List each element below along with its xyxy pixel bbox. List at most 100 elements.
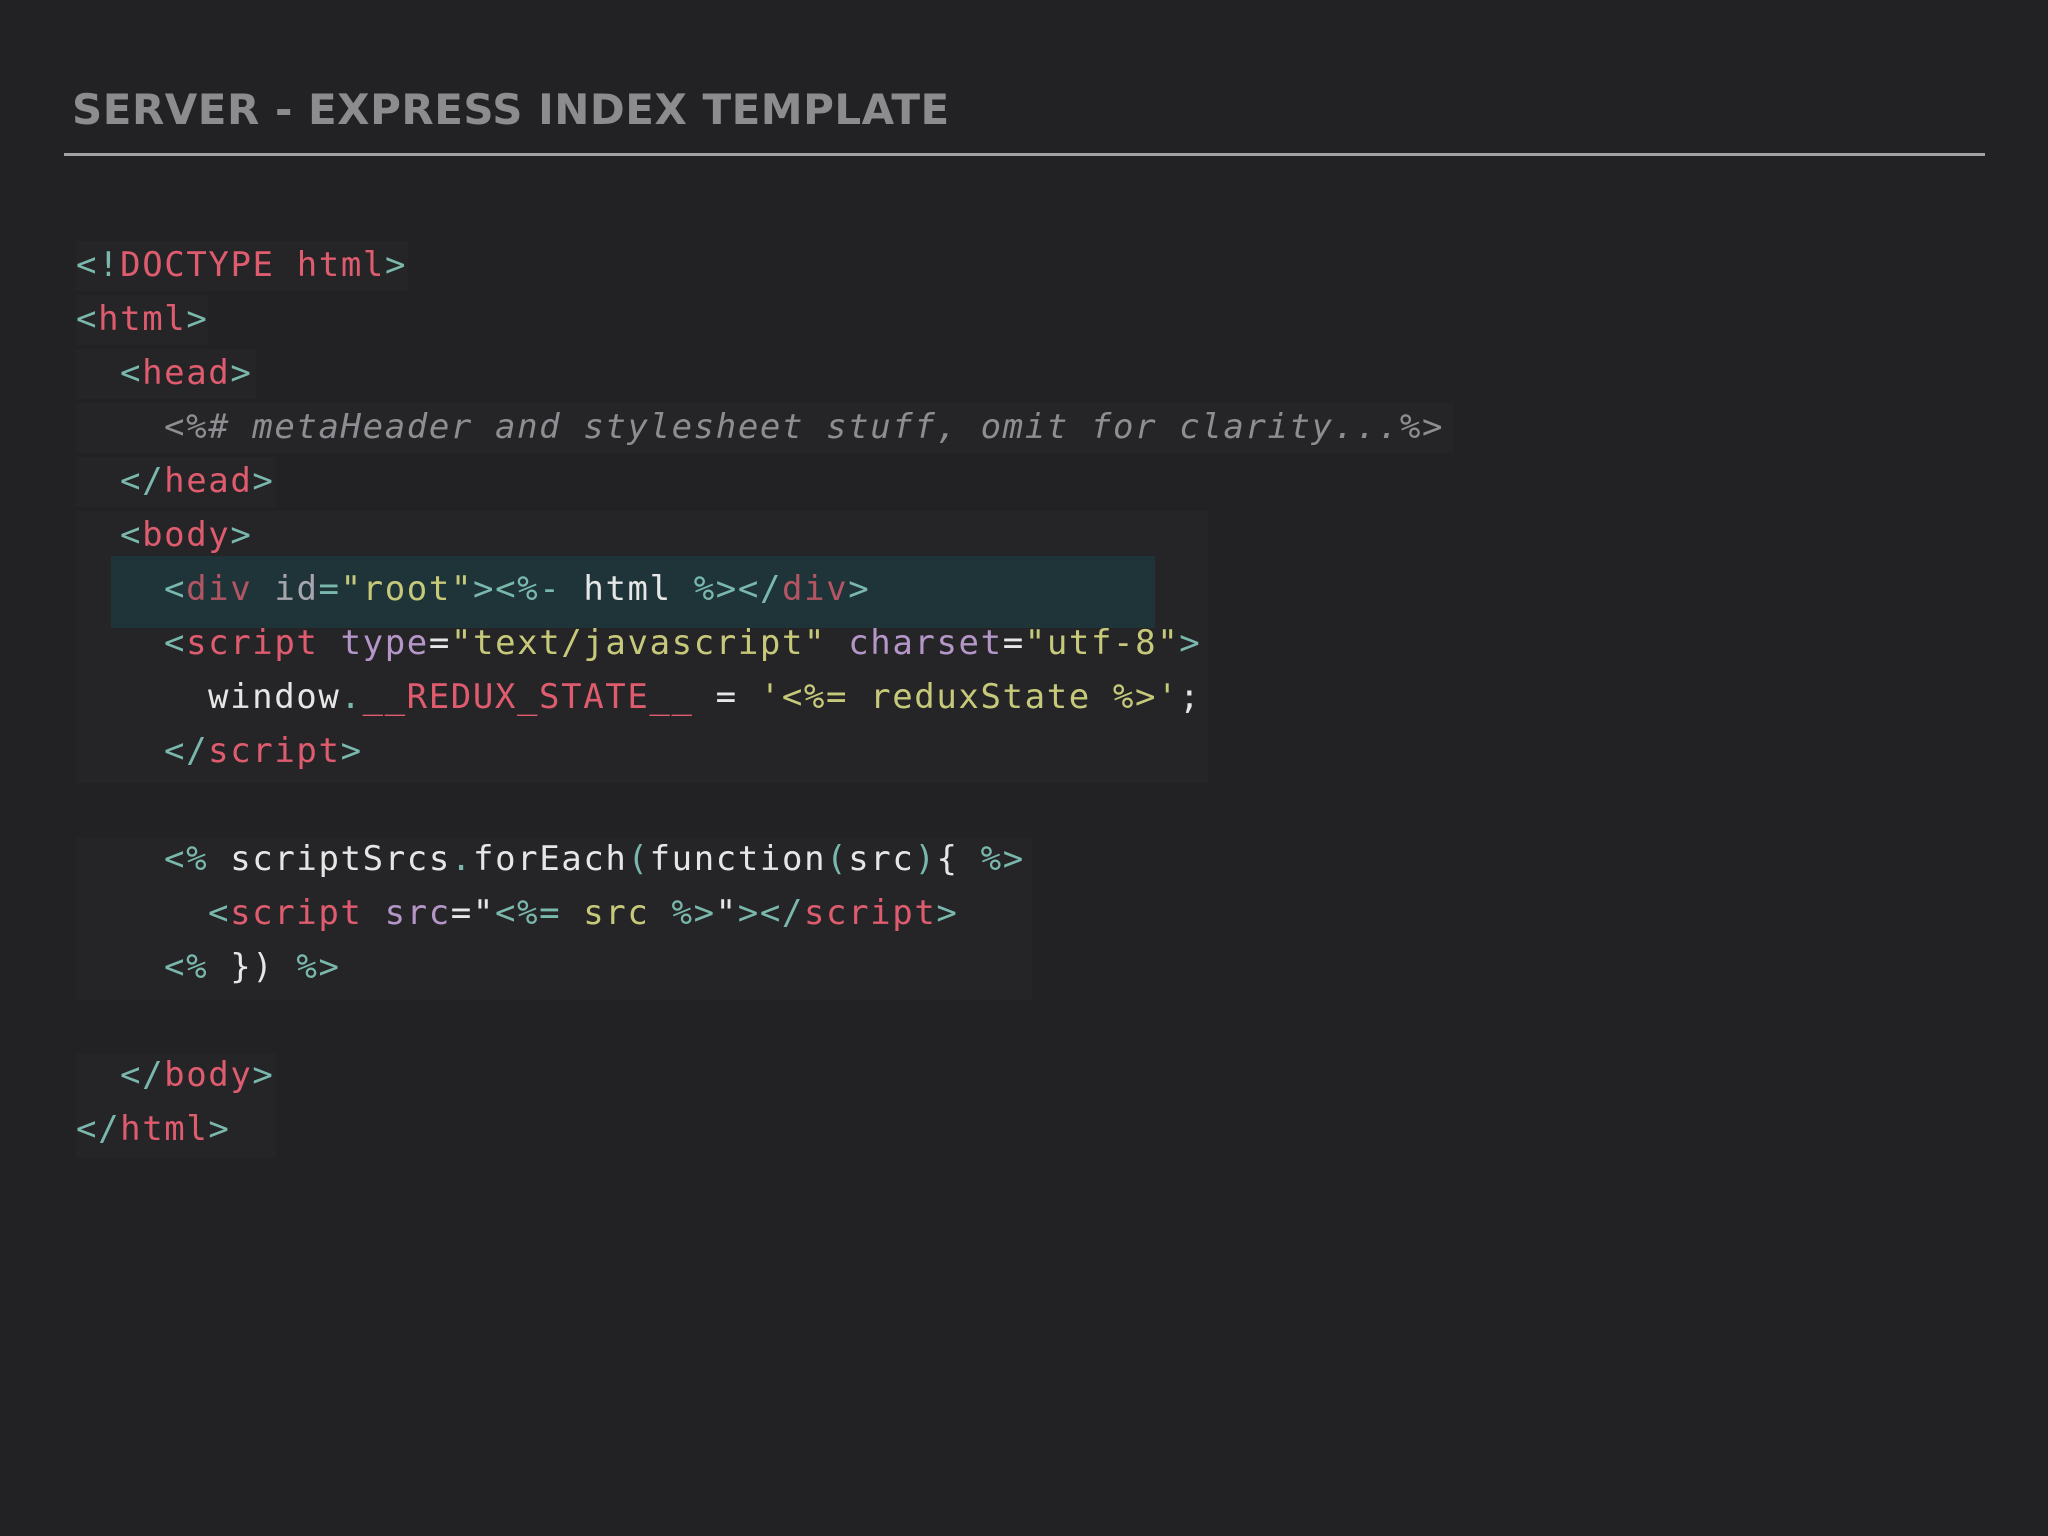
code-token: "utf-8" (1024, 623, 1180, 663)
code-token: body (142, 515, 231, 555)
code-token: reduxState (848, 677, 1113, 717)
code-token: </ (76, 1109, 121, 1149)
code-token: window (208, 677, 341, 717)
code-token: html (120, 1109, 209, 1149)
code-token: html (98, 299, 187, 339)
code-block: <!DOCTYPE html> <html> <head> <%# metaHe… (76, 238, 1444, 1156)
code-line-script-open: <script type="text/javascript" charset="… (76, 616, 1444, 670)
code-token: = (693, 677, 760, 717)
code-line-foreach-open: <% scriptSrcs.forEach(function(src){ %> (76, 832, 1444, 886)
code-token: > (384, 245, 408, 285)
code-token: > (208, 1109, 231, 1149)
code-line-body-close: </body> (76, 1048, 1444, 1102)
code-token: charset (848, 623, 1003, 663)
code-token: > (848, 569, 871, 609)
code-token: script (186, 623, 319, 663)
code-token: </ (759, 893, 804, 933)
code-token: head (142, 353, 231, 393)
code-token: head (164, 461, 253, 501)
code-token: <%= (781, 677, 849, 717)
code-token: %> (296, 947, 341, 987)
code-token: src (561, 893, 672, 933)
code-token: " (472, 893, 495, 933)
code-token: function (649, 839, 827, 879)
code-token: %> (671, 893, 716, 933)
code-token: > (936, 893, 959, 933)
code-line-script-close: </script> (76, 724, 1444, 778)
code-token: . (340, 677, 363, 717)
code-token: = (318, 569, 341, 609)
code-token: ; (1179, 677, 1202, 717)
code-token: > (1179, 623, 1202, 663)
code-line-root-div: <div id="root"><%- html %></div> (76, 562, 1444, 616)
code-token: = (1002, 623, 1025, 663)
code-line-body-open: <body> (76, 508, 1444, 562)
code-token: forEach (473, 839, 628, 879)
code-token: > (230, 515, 253, 555)
code-token: "text/javascript" (450, 623, 827, 663)
code-token: }) (208, 947, 297, 987)
code-token: < (164, 569, 187, 609)
code-token: script (803, 893, 937, 933)
code-token: . (450, 839, 473, 879)
code-line-doctype: <!DOCTYPE html> (76, 238, 1444, 292)
code-token: ' (759, 677, 782, 717)
code-token: > (473, 569, 496, 609)
code-line-head-close: </head> (76, 454, 1444, 508)
code-token: > (252, 1055, 275, 1095)
code-token: <% (164, 839, 209, 879)
code-token: ' (1157, 677, 1180, 717)
code-line-redux-state: window.__REDUX_STATE__ = '<%= reduxState… (76, 670, 1444, 724)
code-token: <! (76, 245, 121, 285)
code-token: " (715, 893, 738, 933)
code-token: </ (164, 731, 209, 771)
code-token: %> (1112, 677, 1158, 717)
code-token: </ (737, 569, 783, 609)
code-line-foreach-close: <% }) %> (76, 940, 1444, 994)
code-line-head-open: <head> (76, 346, 1444, 400)
code-comment: <%# metaHeader and stylesheet stuff, omi… (164, 407, 1445, 447)
code-token: "root" (340, 569, 474, 609)
code-token: __REDUX_STATE__ (362, 677, 694, 717)
code-line-html-close: </html> (76, 1102, 1444, 1156)
code-token: < (208, 893, 231, 933)
code-token: </ (120, 1055, 165, 1095)
code-token: script (208, 731, 341, 771)
code-token: src (384, 893, 451, 933)
code-token: > (230, 353, 253, 393)
code-token: html (561, 569, 694, 609)
code-token: = (428, 623, 451, 663)
code-token: < (120, 515, 143, 555)
code-token: src (848, 839, 915, 879)
code-token: script (230, 893, 363, 933)
title-divider (64, 153, 1985, 156)
code-token: < (120, 353, 143, 393)
code-token: > (252, 461, 275, 501)
code-token: <%- (495, 569, 562, 609)
code-token: body (164, 1055, 253, 1095)
code-token: div (186, 569, 253, 609)
code-token: > (737, 893, 760, 933)
code-token: scriptSrcs (208, 839, 451, 879)
code-token: { (936, 839, 959, 879)
code-token: ( (826, 839, 849, 879)
code-token: <%= (494, 893, 562, 933)
code-token: %> (980, 839, 1025, 879)
code-token: </ (120, 461, 165, 501)
slide-title: SERVER - EXPRESS INDEX TEMPLATE (72, 85, 950, 134)
code-token: > (186, 299, 209, 339)
code-token: type (340, 623, 429, 663)
slide: SERVER - EXPRESS INDEX TEMPLATE <!DOCTYP… (0, 0, 2048, 1536)
code-line-script-src: <script src="<%= src %>"></script> (76, 886, 1444, 940)
code-token: id (274, 569, 319, 609)
code-token: <% (164, 947, 209, 987)
code-token: > (340, 731, 363, 771)
code-token: %> (693, 569, 738, 609)
code-token: DOCTYPE html (120, 245, 385, 285)
code-line-html-open: <html> (76, 292, 1444, 346)
